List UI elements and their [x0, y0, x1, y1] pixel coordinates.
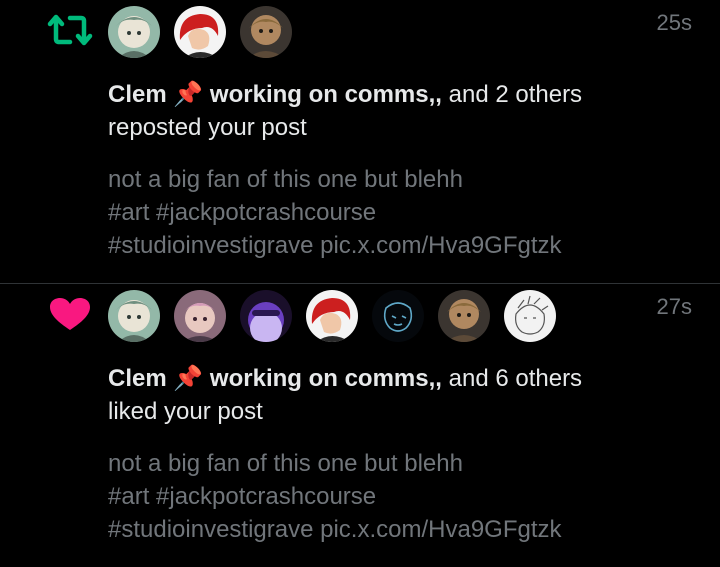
- post-line: #art #jackpotcrashcourse: [108, 199, 377, 226]
- notification-headline: Clem 📌 working on comms,, and 6 others l…: [108, 362, 668, 428]
- notification-like[interactable]: 27s Clem 📌 working on comms,, and 6 othe…: [0, 284, 720, 567]
- avatar[interactable]: [240, 290, 292, 342]
- pin-emoji: 📌: [173, 81, 204, 108]
- avatar-row: [108, 6, 292, 58]
- pin-emoji: 📌: [173, 365, 204, 392]
- avatar-row: [108, 290, 556, 342]
- post-line: #studioinvestigrave pic.x.com/Hva9GFgtzk: [108, 232, 562, 259]
- actor-name[interactable]: Clem: [108, 81, 167, 108]
- others-count[interactable]: and 6 others: [449, 365, 582, 392]
- actor-status[interactable]: working on comms,,: [210, 365, 442, 392]
- avatar[interactable]: [240, 6, 292, 58]
- action-text: liked your post: [108, 398, 263, 425]
- repost-icon: [46, 12, 94, 48]
- avatar[interactable]: [372, 290, 424, 342]
- post-line: #art #jackpotcrashcourse: [108, 483, 377, 510]
- notification-headline: Clem 📌 working on comms,, and 2 others r…: [108, 78, 668, 144]
- notification-repost[interactable]: 25s Clem 📌 working on comms,, and 2 othe…: [0, 0, 720, 283]
- avatar[interactable]: [174, 290, 226, 342]
- avatar[interactable]: [108, 6, 160, 58]
- post-line: not a big fan of this one but blehh: [108, 166, 463, 193]
- post-preview[interactable]: not a big fan of this one but blehh #art…: [108, 447, 668, 546]
- avatar[interactable]: [306, 290, 358, 342]
- timestamp[interactable]: 25s: [657, 10, 692, 36]
- post-preview[interactable]: not a big fan of this one but blehh #art…: [108, 163, 668, 262]
- avatar[interactable]: [438, 290, 490, 342]
- post-line: #studioinvestigrave pic.x.com/Hva9GFgtzk: [108, 516, 562, 543]
- actor-name[interactable]: Clem: [108, 365, 167, 392]
- heart-icon: [46, 296, 94, 332]
- avatar[interactable]: [108, 290, 160, 342]
- avatar[interactable]: [174, 6, 226, 58]
- avatar[interactable]: [504, 290, 556, 342]
- action-text: reposted your post: [108, 114, 307, 141]
- actor-status[interactable]: working on comms,,: [210, 81, 442, 108]
- post-line: not a big fan of this one but blehh: [108, 450, 463, 477]
- timestamp[interactable]: 27s: [657, 294, 692, 320]
- others-count[interactable]: and 2 others: [449, 81, 582, 108]
